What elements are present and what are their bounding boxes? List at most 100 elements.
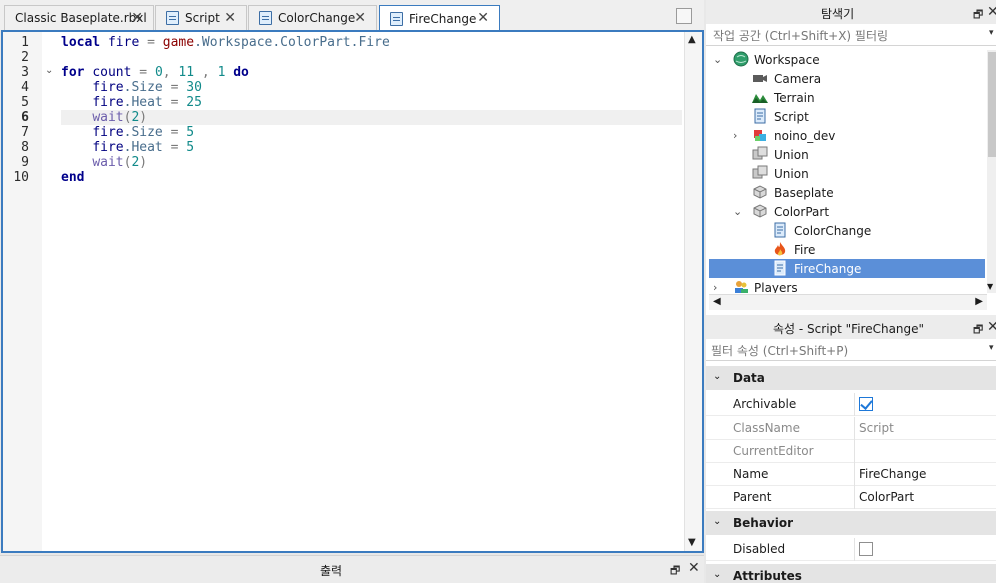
- collapse-chevron-icon[interactable]: ⌄: [713, 371, 721, 382]
- tree-item-baseplate[interactable]: Baseplate: [709, 183, 985, 202]
- line-number-gutter: 1 2 3 4 5 6 7 8 9 10: [3, 32, 42, 551]
- tree-item-script[interactable]: Script: [709, 107, 985, 126]
- tree-item-firechange[interactable]: FireChange: [709, 259, 985, 278]
- line-number: 10: [13, 170, 29, 185]
- properties-header: 속성 - Script "FireChange" 🗗 ✕: [706, 315, 996, 339]
- line-number: 3: [21, 65, 29, 80]
- line-number: 1: [21, 35, 29, 50]
- dock-icon[interactable]: 🗗: [973, 6, 983, 25]
- part-icon: [753, 185, 767, 199]
- expand-chevron-icon[interactable]: ⌄: [713, 53, 722, 66]
- scroll-up-icon[interactable]: ▲: [688, 34, 696, 45]
- chevron-down-icon[interactable]: ▾: [989, 28, 994, 38]
- collapse-chevron-icon[interactable]: ⌄: [713, 516, 721, 527]
- dock-icon[interactable]: 🗗: [670, 562, 680, 581]
- restore-window-icon[interactable]: [676, 8, 692, 24]
- terrain-icon: [752, 94, 768, 103]
- explorer-vertical-scrollbar[interactable]: ▼: [987, 50, 996, 293]
- property-archivable[interactable]: Archivable: [706, 393, 996, 416]
- players-icon: [735, 281, 748, 293]
- tab-script[interactable]: Script ✕: [155, 5, 247, 30]
- explorer-title: 탐색기: [821, 7, 855, 21]
- close-icon[interactable]: ✕: [688, 560, 700, 576]
- code-line-4: fire.Size = 30: [92, 80, 202, 95]
- expand-chevron-icon[interactable]: ⌄: [733, 205, 742, 218]
- model-icon: [754, 130, 766, 141]
- tab-firechange[interactable]: FireChange ✕: [379, 5, 500, 31]
- tree-item-union[interactable]: Union: [709, 145, 985, 164]
- tab-classic-baseplate[interactable]: Classic Baseplate.rbxl ✕: [4, 5, 154, 30]
- filter-placeholder: 필터 속성 (Ctrl+Shift+P): [711, 344, 849, 358]
- line-number: 5: [21, 95, 29, 110]
- editor-vertical-scrollbar[interactable]: ▲ ▼: [684, 32, 702, 551]
- script-icon: [774, 222, 786, 238]
- property-name[interactable]: Name FireChange: [706, 463, 996, 486]
- tree-item-fire[interactable]: Fire: [709, 240, 985, 259]
- scroll-left-icon[interactable]: ◀: [713, 296, 721, 307]
- script-icon: [774, 260, 786, 276]
- tree-item-noino-dev[interactable]: › noino_dev: [709, 126, 985, 145]
- tree-item-workspace[interactable]: ⌄ Workspace: [709, 50, 985, 69]
- collapse-chevron-icon[interactable]: ⌄: [713, 569, 721, 580]
- line-number-current: 6: [21, 110, 29, 125]
- scroll-down-icon[interactable]: ▼: [688, 537, 696, 548]
- fire-icon: [774, 242, 786, 256]
- tree-item-colorchange[interactable]: ColorChange: [709, 221, 985, 240]
- close-icon[interactable]: ✕: [987, 4, 996, 20]
- scroll-down-icon[interactable]: ▼: [987, 282, 993, 291]
- line-number: 8: [21, 140, 29, 155]
- tree-item-union[interactable]: Union: [709, 164, 985, 183]
- category-data[interactable]: ⌄ Data: [706, 366, 996, 390]
- script-editor[interactable]: 1 2 3 4 5 6 7 8 9 10 ⌄ local fire = game…: [1, 30, 704, 553]
- disabled-checkbox[interactable]: [859, 542, 873, 556]
- tab-close-icon[interactable]: ✕: [477, 10, 489, 26]
- property-classname: ClassName Script: [706, 417, 996, 440]
- fold-chevron-icon[interactable]: ⌄: [45, 65, 53, 76]
- properties-title: 속성 - Script "FireChange": [773, 322, 925, 336]
- code-line-8: fire.Heat = 5: [92, 140, 195, 155]
- camera-icon: [753, 75, 767, 82]
- close-icon[interactable]: ✕: [987, 319, 996, 335]
- tab-label: Classic Baseplate.rbxl: [15, 11, 147, 25]
- tab-close-icon[interactable]: ✕: [224, 10, 236, 26]
- code-line-7: fire.Size = 5: [92, 125, 195, 140]
- current-line-highlight: [61, 110, 682, 125]
- tab-label: ColorChange: [278, 11, 356, 25]
- script-icon: [754, 108, 766, 124]
- tree-item-terrain[interactable]: Terrain: [709, 88, 985, 107]
- scroll-right-icon[interactable]: ▶: [975, 296, 983, 307]
- code-line-9: wait(2): [92, 155, 148, 170]
- scroll-thumb[interactable]: [988, 52, 996, 157]
- category-attributes[interactable]: ⌄ Attributes: [706, 564, 996, 583]
- line-number: 7: [21, 125, 29, 140]
- category-behavior[interactable]: ⌄ Behavior: [706, 511, 996, 535]
- chevron-down-icon[interactable]: ▾: [989, 343, 994, 353]
- line-number: 4: [21, 80, 29, 95]
- tab-close-icon[interactable]: ✕: [354, 10, 366, 26]
- script-icon: [166, 11, 179, 25]
- expand-chevron-icon[interactable]: ›: [733, 129, 737, 142]
- property-parent[interactable]: Parent ColorPart: [706, 486, 996, 509]
- archivable-checkbox[interactable]: [859, 397, 873, 411]
- filter-placeholder: 작업 공간 (Ctrl+Shift+X) 필터링: [713, 29, 889, 43]
- tree-item-colorpart[interactable]: ⌄ ColorPart: [709, 202, 985, 221]
- property-disabled[interactable]: Disabled: [706, 538, 996, 561]
- code-area[interactable]: local fire = game.Workspace.ColorPart.Fi…: [61, 32, 682, 551]
- explorer-panel: 탐색기 🗗 ✕ 작업 공간 (Ctrl+Shift+X) 필터링 ▾ ⌄ Wor…: [706, 0, 996, 315]
- expand-chevron-icon[interactable]: ›: [713, 281, 717, 293]
- explorer-tree[interactable]: ⌄ Workspace Camera Terrain Script › noin…: [709, 50, 985, 293]
- dock-icon[interactable]: 🗗: [973, 321, 983, 340]
- output-title: 출력: [320, 564, 343, 578]
- tab-label: FireChange: [409, 11, 477, 26]
- tab-label: Script: [185, 11, 220, 25]
- code-line-10: end: [61, 170, 85, 185]
- union-icon: [752, 146, 768, 160]
- properties-filter-input[interactable]: 필터 속성 (Ctrl+Shift+P) ▾: [706, 339, 996, 361]
- tab-colorchange[interactable]: ColorChange ✕: [248, 5, 377, 30]
- properties-panel: 속성 - Script "FireChange" 🗗 ✕ 필터 속성 (Ctrl…: [706, 315, 996, 583]
- tree-item-players[interactable]: › Players: [709, 278, 985, 293]
- explorer-horizontal-scrollbar[interactable]: ◀ ▶: [709, 294, 987, 310]
- tree-item-camera[interactable]: Camera: [709, 69, 985, 88]
- explorer-filter-input[interactable]: 작업 공간 (Ctrl+Shift+X) 필터링 ▾: [706, 24, 996, 46]
- tab-close-icon[interactable]: ✕: [131, 10, 143, 26]
